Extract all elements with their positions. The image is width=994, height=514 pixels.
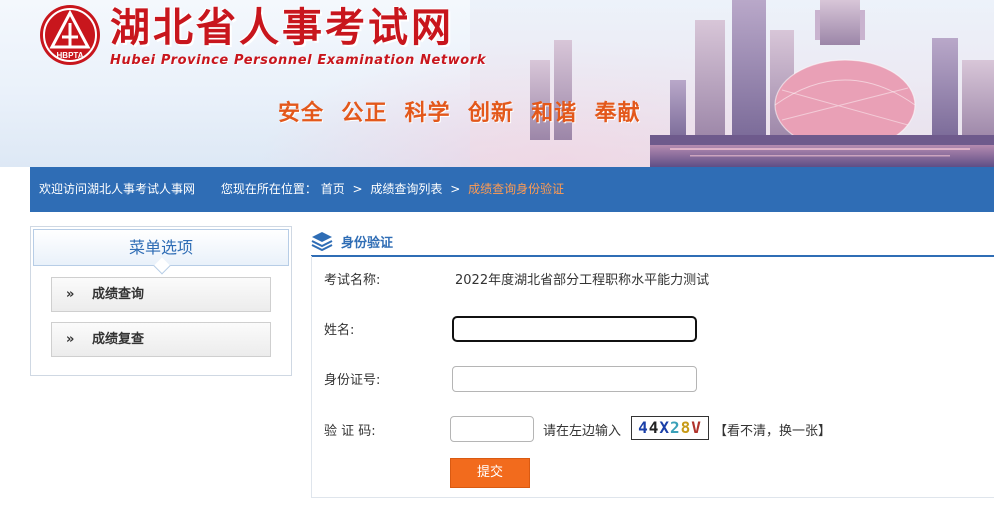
site-slogan: 安全 公正 科学 创新 和谐 奉献 [278,101,641,126]
menu-title: 菜单选项 [128,238,193,257]
site-banner: HBPTA 湖北省人事考试网 Hubei Province Personnel … [0,0,994,167]
site-subtitle: Hubei Province Personnel Examination Net… [110,53,487,68]
submit-button[interactable]: 提交 [450,458,530,488]
city-skyline-image [470,0,994,167]
captcha-char: 4 [638,418,649,437]
location-label: 您现在所在位置： [220,182,317,196]
captcha-image[interactable]: 44X28V [631,416,709,440]
breadcrumb-current: 成绩查询身份验证 [468,182,565,196]
hbpta-logo-icon: HBPTA [40,5,100,65]
captcha-refresh-link[interactable]: 【看不清，换一张】 [714,420,831,439]
captcha-char: 8 [680,418,692,437]
layers-icon [311,232,333,251]
menu-item-label: 成绩查询 [92,287,145,302]
logo-text: HBPTA [57,51,84,60]
breadcrumb-separator: > [450,182,461,196]
breadcrumb-home-link[interactable]: 首页 [321,167,345,212]
id-number-label: 身份证号: [324,373,381,388]
menu-header: 菜单选项 [33,229,289,275]
id-number-input[interactable] [452,366,697,392]
menu-item-score-query[interactable]: » 成绩查询 [51,277,271,312]
name-label: 姓名: [324,323,355,338]
captcha-label: 验 证 码: [324,424,376,439]
captcha-hint: 请在左边输入 [543,424,622,439]
menu-header-notch [153,257,171,275]
name-input[interactable] [452,316,697,342]
captcha-char: X [659,418,670,437]
exam-name-value: 2022年度湖北省部分工程职称水平能力测试 [455,273,710,288]
welcome-text: 欢迎访问湖北人事考试人事网 [39,182,196,196]
breadcrumb-separator: > [352,182,363,196]
captcha-char: V [691,418,702,437]
menu-item-label: 成绩复查 [92,332,145,347]
captcha-input[interactable] [450,416,534,442]
double-chevron-right-icon: » [66,332,75,347]
site-title: 湖北省人事考试网 [110,5,454,51]
panel-header: 身份验证 [311,226,994,257]
double-chevron-right-icon: » [66,287,75,302]
menu-item-score-review[interactable]: » 成绩复查 [51,322,271,357]
breadcrumb-score-list-link[interactable]: 成绩查询列表 [370,167,442,212]
exam-name-label: 考试名称: [324,273,381,288]
navigation-bar: 欢迎访问湖北人事考试人事网 您现在所在位置： 首页 > 成绩查询列表 > 成绩查… [30,167,994,212]
captcha-char: 4 [648,418,660,437]
captcha-char: 2 [670,418,681,437]
panel-title: 身份验证 [341,236,394,251]
